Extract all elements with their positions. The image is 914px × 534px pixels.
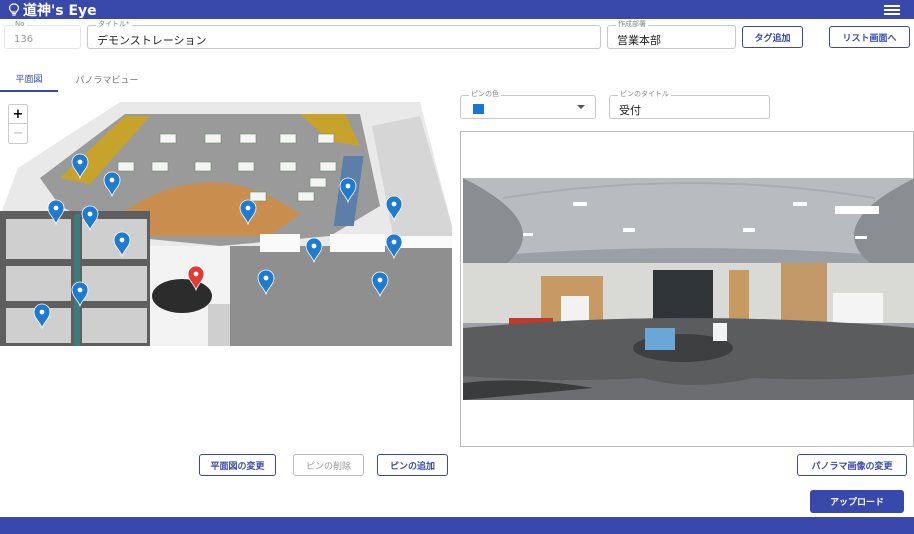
zoom-out-button[interactable]: − xyxy=(9,124,27,143)
add-pin-button[interactable]: ピンの追加 xyxy=(377,454,448,476)
map-pin-p5[interactable] xyxy=(113,231,131,258)
map-pin-p10[interactable] xyxy=(385,233,403,260)
app-title: 道神's Eye xyxy=(23,2,97,19)
change-floor-plan-button[interactable]: 平面図の変更 xyxy=(199,454,276,476)
upload-button[interactable]: アップロード xyxy=(810,490,904,513)
app-footer xyxy=(0,517,914,534)
view-tabs: 平面図 パノラマビュー xyxy=(0,66,160,92)
zoom-in-button[interactable]: + xyxy=(9,105,27,124)
app-logo: 道神's Eye xyxy=(8,0,97,20)
no-value: 136 xyxy=(14,34,34,45)
tab-panorama-view[interactable]: パノラマビュー xyxy=(64,66,150,92)
hamburger-menu-icon[interactable] xyxy=(884,3,900,16)
pin-layer xyxy=(33,153,403,330)
app-header: 道神's Eye xyxy=(0,0,914,19)
list-screen-button[interactable]: リスト画面へ xyxy=(829,26,910,48)
no-field: No 136 xyxy=(4,20,81,49)
panorama-image[interactable] xyxy=(463,178,914,400)
no-label: No xyxy=(13,20,27,29)
pin-title-value: 受付 xyxy=(619,104,641,117)
map-pin-p11[interactable] xyxy=(257,269,275,296)
title-field[interactable]: タイトル* デモンストレーション xyxy=(87,20,601,49)
map-pin-p1[interactable] xyxy=(71,153,89,180)
pin-title-label: ピンのタイトル xyxy=(618,90,671,99)
tab-floor-plan[interactable]: 平面図 xyxy=(0,66,58,92)
map-pin-p12[interactable] xyxy=(371,271,389,298)
dept-field[interactable]: 作成部署 営業本部 xyxy=(607,20,736,49)
map-pin-p14[interactable] xyxy=(33,303,51,330)
zoom-control: + − xyxy=(8,104,28,144)
pin-color-swatch xyxy=(473,104,484,114)
map-pin-p8[interactable] xyxy=(385,195,403,222)
map-pin-p2[interactable] xyxy=(103,171,121,198)
dept-value: 営業本部 xyxy=(617,34,661,47)
change-panorama-button[interactable]: パノラマ画像の変更 xyxy=(797,454,907,476)
title-value: デモンストレーション xyxy=(97,34,207,47)
pin-color-label: ピンの色 xyxy=(469,90,501,99)
map-pin-p3[interactable] xyxy=(47,199,65,226)
map-pin-p9[interactable] xyxy=(305,237,323,264)
delete-pin-button[interactable]: ピンの削除 xyxy=(293,454,364,476)
app-root: 道神's Eye No 136 タイトル* デモンストレーション 作成部署 営業… xyxy=(0,0,914,534)
floor-plan-map[interactable] xyxy=(0,96,452,348)
pin-title-field[interactable]: ピンのタイトル 受付 xyxy=(609,90,770,119)
pin-color-select[interactable]: ピンの色 xyxy=(460,90,596,119)
map-pin-p15[interactable] xyxy=(187,265,205,292)
map-pin-p13[interactable] xyxy=(71,281,89,308)
map-pin-p7[interactable] xyxy=(339,177,357,204)
title-label: タイトル* xyxy=(96,20,132,29)
dropdown-arrow-icon xyxy=(577,105,585,109)
map-pin-p6[interactable] xyxy=(239,199,257,226)
panorama-frame xyxy=(460,131,914,447)
map-pin-p4[interactable] xyxy=(81,205,99,232)
bulb-icon xyxy=(8,3,20,16)
dept-label: 作成部署 xyxy=(616,20,648,29)
add-tag-button[interactable]: タグ追加 xyxy=(742,26,803,48)
